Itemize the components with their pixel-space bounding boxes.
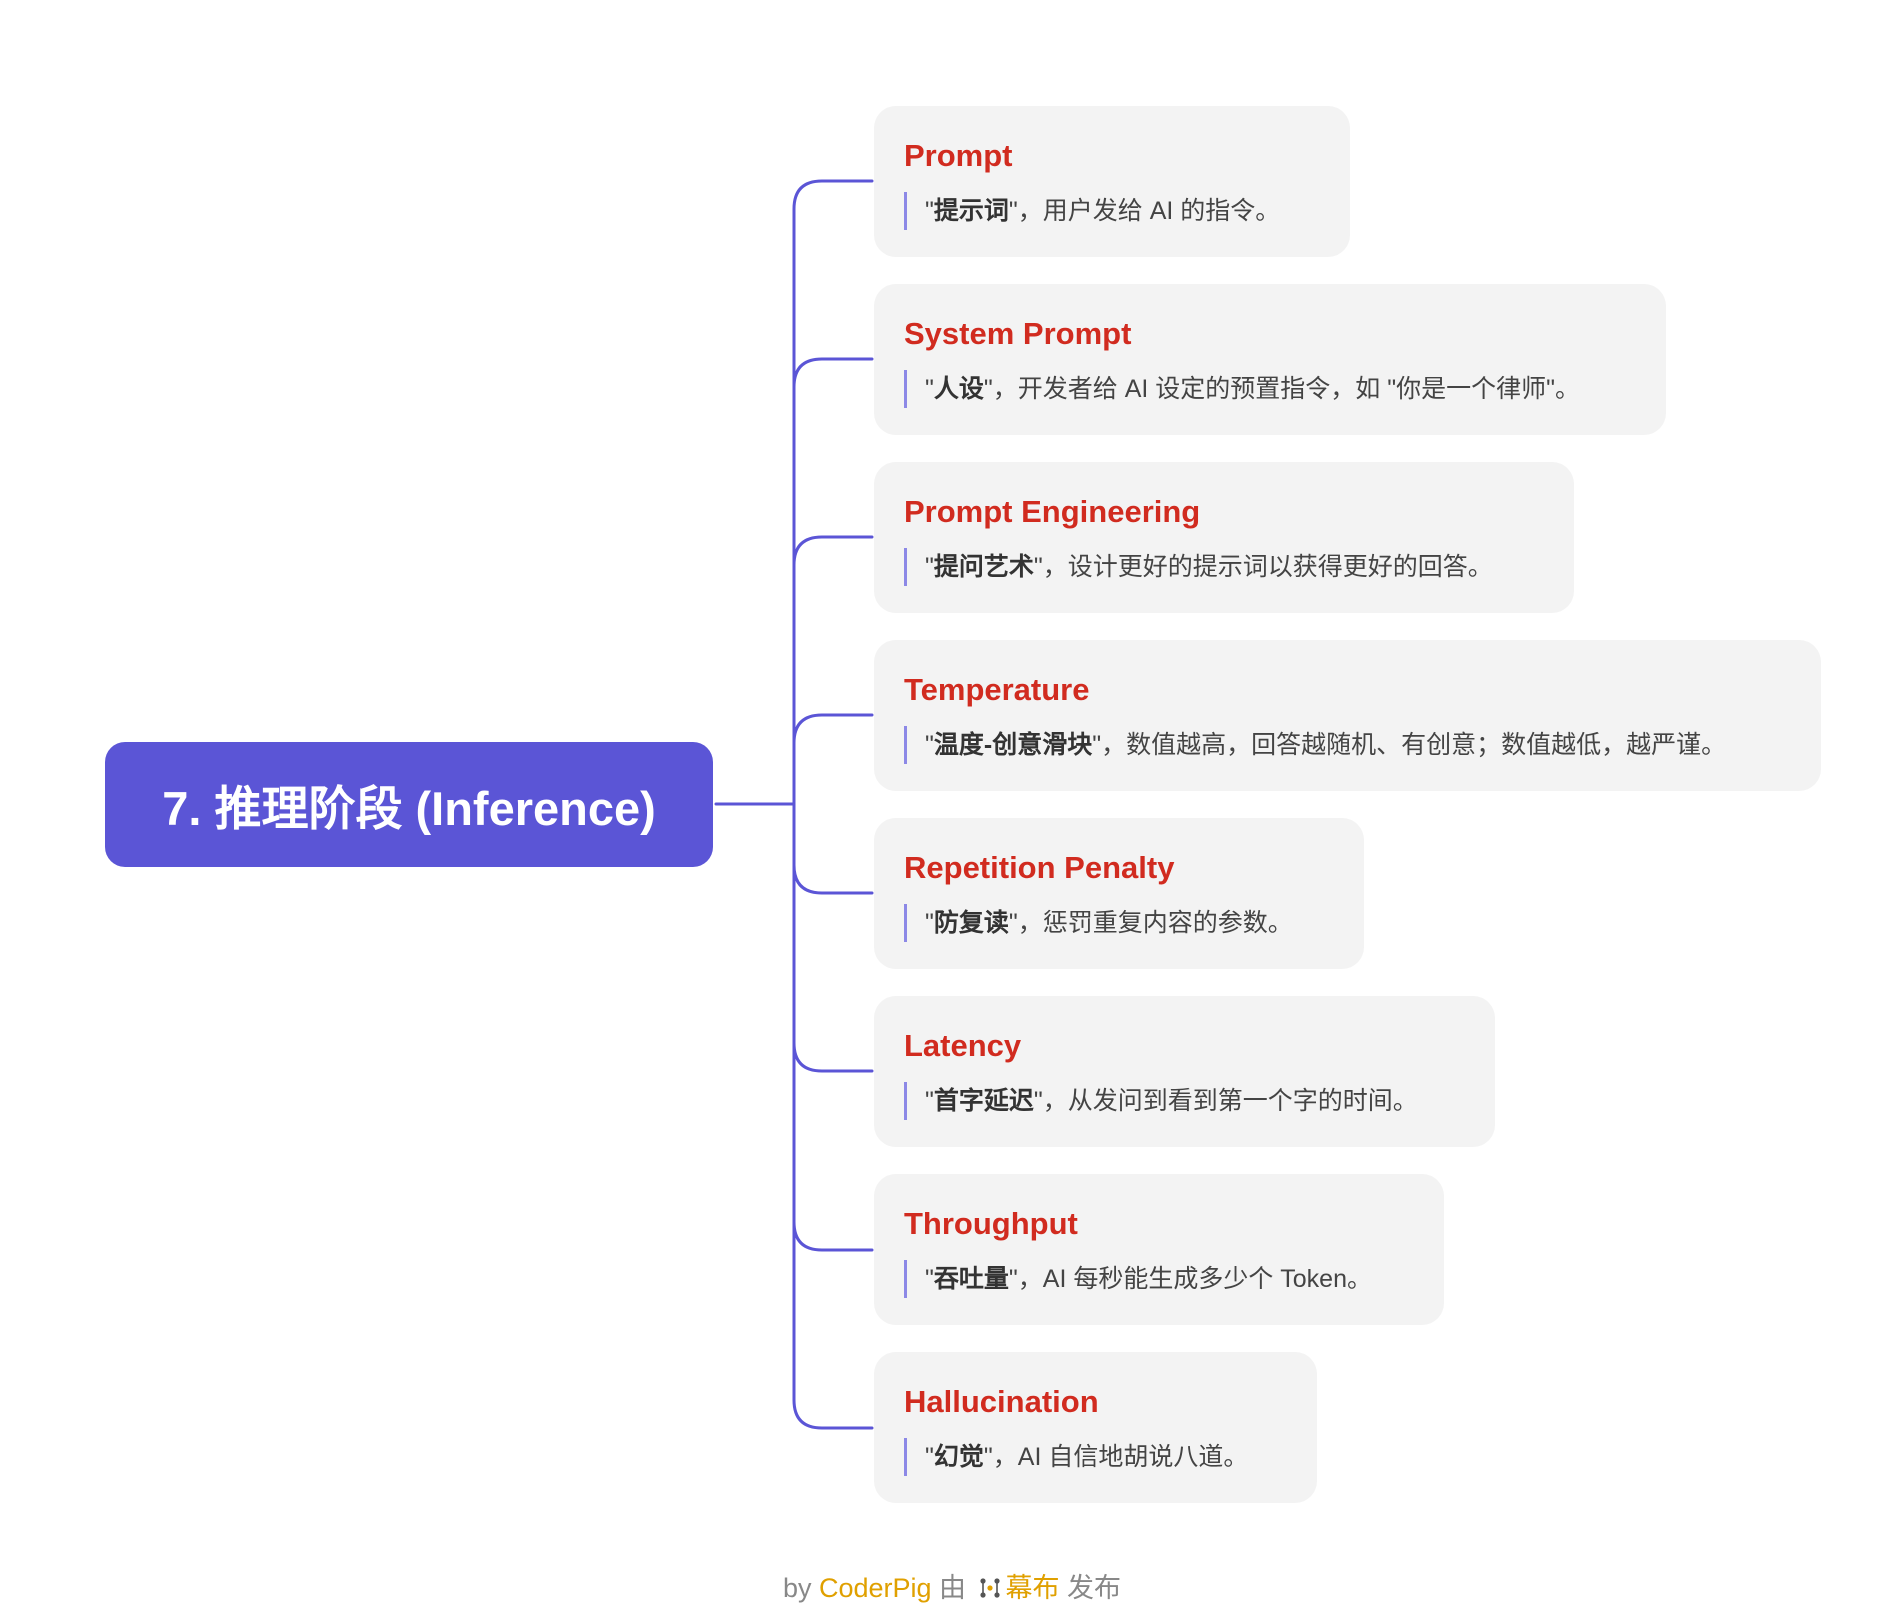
- root-title: 7. 推理阶段 (Inference): [162, 782, 656, 835]
- node-prompt[interactable]: Prompt "提示词"，用户发给 AI 的指令。: [874, 106, 1350, 257]
- branch-connector: [792, 863, 874, 895]
- branch-connector: [792, 1041, 874, 1073]
- branch-connector: [792, 1220, 874, 1252]
- root-node[interactable]: 7. 推理阶段 (Inference): [105, 742, 713, 867]
- node-description: "提问艺术"，设计更好的提示词以获得更好的回答。: [904, 548, 1544, 586]
- node-title: Prompt Engineering: [904, 494, 1201, 529]
- trunk-connector: [792, 179, 874, 1430]
- node-description: "防复读"，惩罚重复内容的参数。: [904, 904, 1334, 942]
- node-title: Hallucination: [904, 1384, 1099, 1419]
- node-title: Repetition Penalty: [904, 850, 1175, 885]
- footer-brand-link[interactable]: 幕布: [1006, 1573, 1060, 1603]
- branch-connector: [792, 713, 874, 745]
- node-description: "人设"，开发者给 AI 设定的预置指令，如 "你是一个律师"。: [904, 370, 1636, 408]
- branch-connector: [792, 535, 874, 567]
- node-title: Temperature: [904, 672, 1090, 707]
- node-description: "吞吐量"，AI 每秒能生成多少个 Token。: [904, 1260, 1414, 1298]
- node-term: 温度-创意滑块: [933, 731, 1093, 759]
- node-temperature[interactable]: Temperature "温度-创意滑块"，数值越高，回答越随机、有创意；数值越…: [874, 640, 1821, 791]
- footer-by: by: [782, 1573, 819, 1603]
- node-title: Throughput: [904, 1206, 1078, 1241]
- node-title: Prompt: [904, 138, 1013, 173]
- node-latency[interactable]: Latency "首字延迟"，从发问到看到第一个字的时间。: [874, 996, 1495, 1147]
- node-description: "幻觉"，AI 自信地胡说八道。: [904, 1438, 1287, 1476]
- node-title: Latency: [904, 1028, 1022, 1063]
- footer-via: 由: [931, 1573, 974, 1603]
- node-description: "首字延迟"，从发问到看到第一个字的时间。: [904, 1082, 1465, 1120]
- node-description: "温度-创意滑块"，数值越高，回答越随机、有创意；数值越低，越严谨。: [904, 726, 1791, 764]
- mubu-logo-icon: [979, 1578, 1000, 1598]
- footer-publish: 发布: [1059, 1573, 1122, 1603]
- node-hallucination[interactable]: Hallucination "幻觉"，AI 自信地胡说八道。: [874, 1352, 1317, 1503]
- footer-author-link[interactable]: CoderPig: [819, 1573, 932, 1603]
- node-term: 提示词: [933, 197, 1009, 225]
- node-term: 人设: [933, 375, 984, 403]
- node-throughput[interactable]: Throughput "吞吐量"，AI 每秒能生成多少个 Token。: [874, 1174, 1444, 1325]
- node-term: 防复读: [933, 909, 1009, 937]
- node-system-prompt[interactable]: System Prompt "人设"，开发者给 AI 设定的预置指令，如 "你是…: [874, 284, 1666, 435]
- node-term: 提问艺术: [933, 553, 1034, 581]
- branch-connector: [792, 357, 874, 389]
- footer-attribution: by CoderPig 由 幕布 发布: [0, 1566, 1904, 1605]
- node-description: "提示词"，用户发给 AI 的指令。: [904, 192, 1320, 230]
- node-term: 首字延迟: [933, 1087, 1034, 1115]
- node-title: System Prompt: [904, 316, 1132, 351]
- node-term: 吞吐量: [933, 1265, 1009, 1293]
- node-term: 幻觉: [933, 1443, 984, 1471]
- node-prompt-engineering[interactable]: Prompt Engineering "提问艺术"，设计更好的提示词以获得更好的…: [874, 462, 1574, 613]
- node-repetition-penalty[interactable]: Repetition Penalty "防复读"，惩罚重复内容的参数。: [874, 818, 1364, 969]
